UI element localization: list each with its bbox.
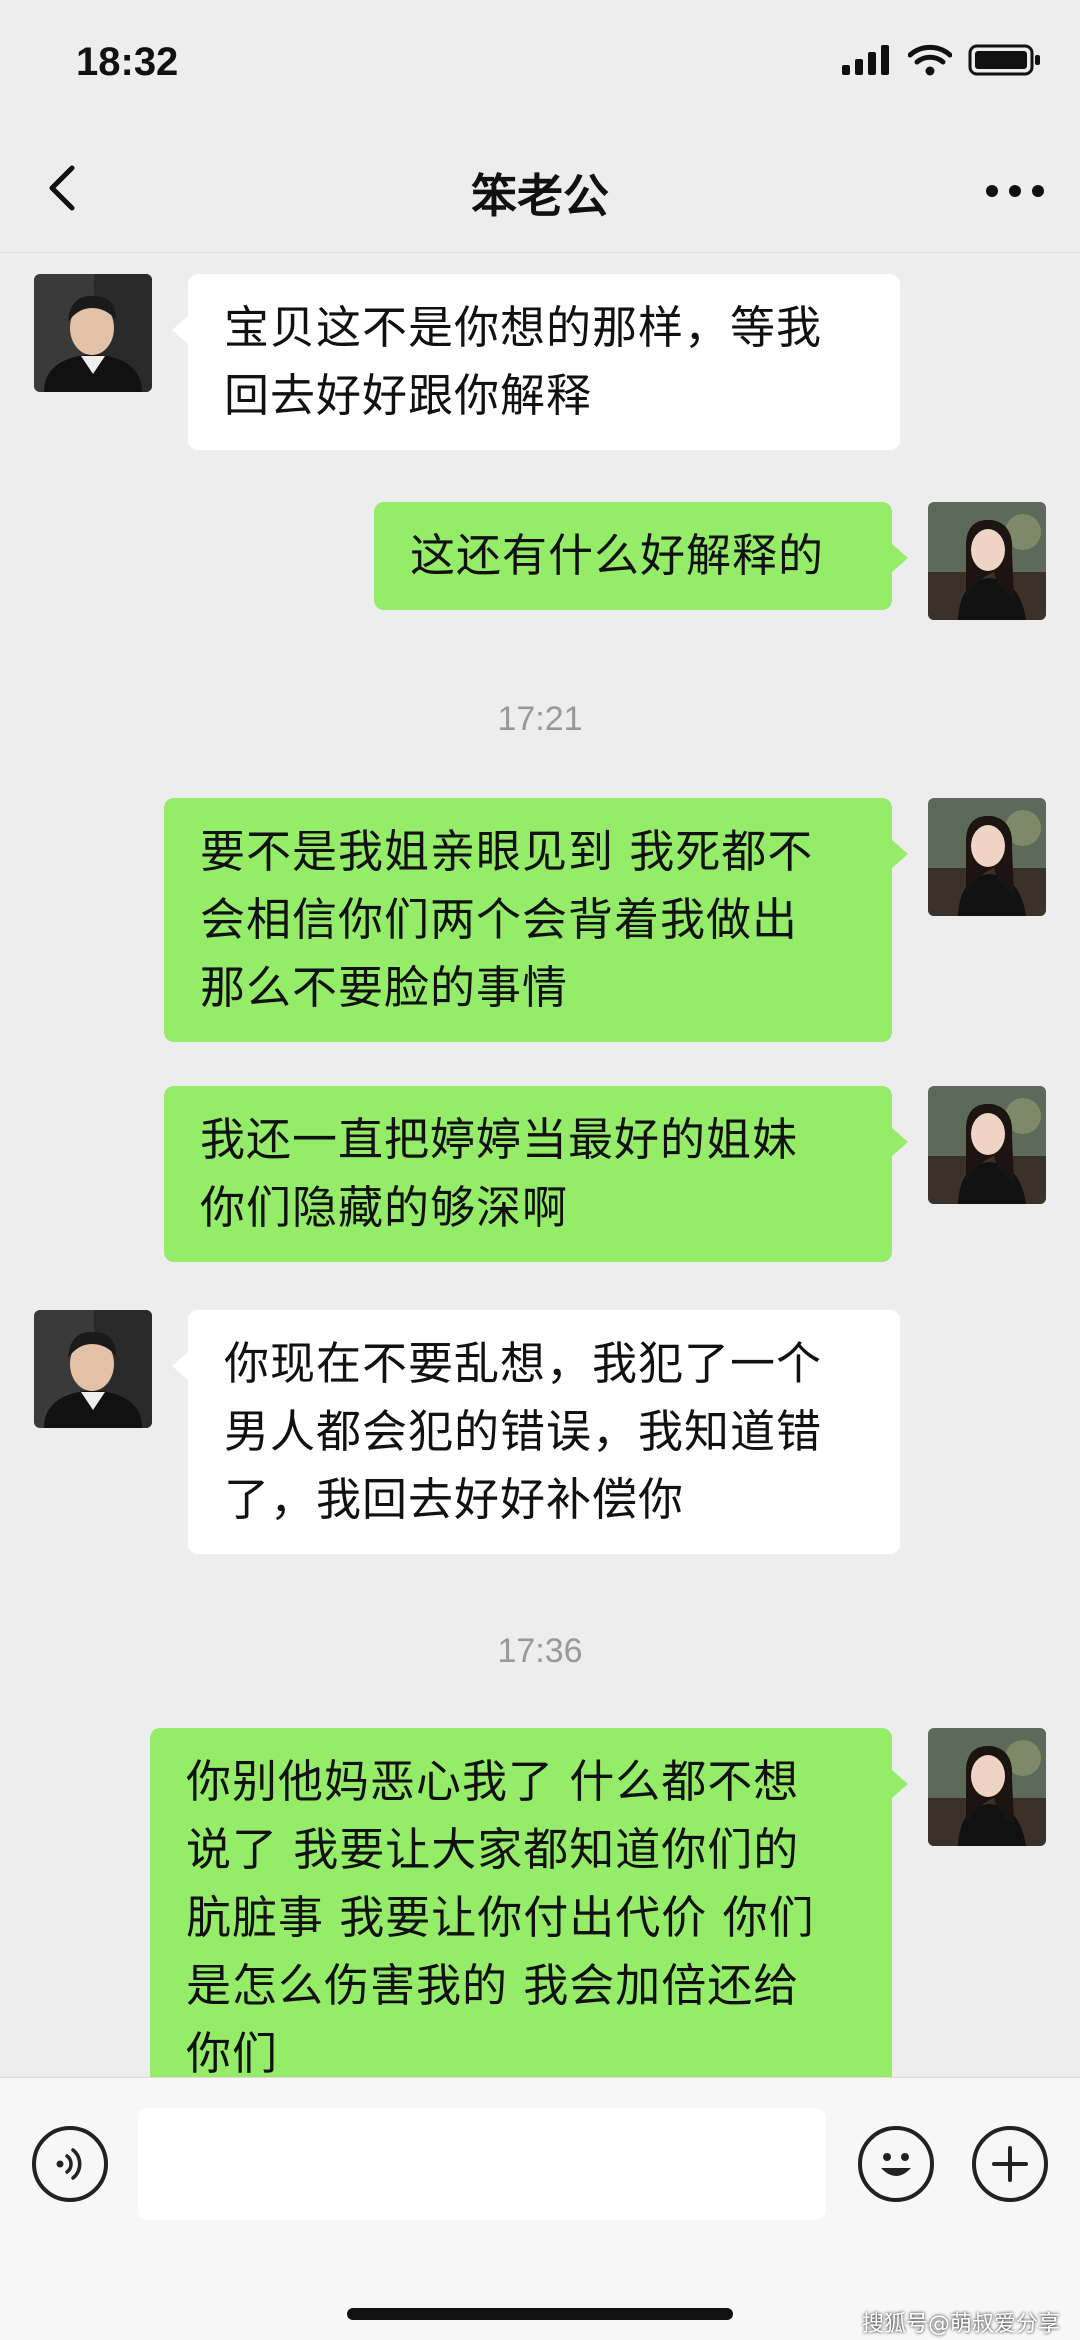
message-list[interactable]: 宝贝这不是你想的那样，等我 回去好好跟你解释 这还有什么好解释的 17:21 要…: [0, 252, 1080, 2077]
chat-title: 笨老公: [471, 169, 609, 223]
self-avatar[interactable]: [928, 798, 1046, 916]
message-input[interactable]: [138, 2108, 826, 2220]
home-indicator[interactable]: [347, 2308, 733, 2320]
timestamp: 17:36: [497, 1632, 583, 1670]
signal-icon: [842, 45, 889, 75]
input-bar: [0, 2077, 1080, 2340]
sent-message[interactable]: 我还一直把婷婷当最好的姐妹 你们隐藏的够深啊: [164, 1086, 908, 1262]
plus-icon: [992, 2146, 1028, 2182]
voice-icon: [56, 2148, 82, 2180]
chat-header: 笨老公: [0, 130, 1080, 253]
status-bar: 18:32: [0, 0, 1080, 130]
emoji-button[interactable]: [858, 2126, 934, 2202]
status-time: 18:32: [76, 40, 179, 84]
contact-avatar[interactable]: [34, 274, 152, 392]
self-avatar[interactable]: [928, 502, 1046, 620]
more-icon[interactable]: [980, 166, 1050, 216]
voice-button[interactable]: [32, 2126, 108, 2202]
timestamp: 17:21: [497, 700, 583, 738]
system-icons: [842, 44, 1042, 76]
sent-message[interactable]: 要不是我姐亲眼见到 我死都不 会相信你们两个会背着我做出 那么不要脸的事情: [164, 798, 908, 1042]
received-message[interactable]: 宝贝这不是你想的那样，等我 回去好好跟你解释: [172, 274, 900, 450]
contact-avatar[interactable]: [34, 1310, 152, 1428]
received-message[interactable]: 你现在不要乱想，我犯了一个 男人都会犯的错误，我知道错 了，我回去好好补偿你: [172, 1310, 900, 1554]
emoji-icon: [881, 2153, 911, 2176]
self-avatar[interactable]: [928, 1086, 1046, 1204]
self-avatar[interactable]: [928, 1728, 1046, 1846]
sent-message[interactable]: 你别他妈恶心我了 什么都不想 说了 我要让大家都知道你们的 肮脏事 我要让你付出…: [150, 1728, 908, 2077]
watermark: 搜狐号@萌叔爱分享: [861, 2312, 1060, 2337]
battery-icon: [968, 44, 1040, 76]
wifi-icon: [908, 44, 952, 76]
add-button[interactable]: [972, 2126, 1048, 2202]
sent-message[interactable]: 这还有什么好解释的: [374, 502, 908, 610]
